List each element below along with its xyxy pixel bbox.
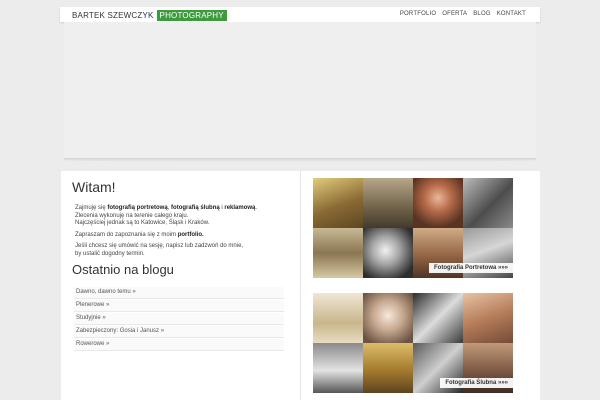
intro-suffix: . — [255, 205, 258, 211]
portrait-gallery[interactable]: Fotografia Portretowa »»» — [313, 178, 513, 278]
hero-banner — [64, 22, 536, 160]
content-area: Witam! Zajmuję się fotografią portretową… — [61, 171, 540, 400]
nav-blog[interactable]: BLOG — [473, 11, 490, 17]
intro-text-1: Zajmuję się — [75, 205, 108, 211]
intro-text: Zajmuję się fotografią portretową, fotog… — [72, 205, 286, 258]
gallery-thumbnail[interactable] — [313, 178, 363, 228]
nav-oferta[interactable]: OFERTA — [442, 11, 467, 17]
wedding-gallery[interactable]: Fotografia Ślubna »»» — [313, 293, 513, 393]
portrait-keyword: fotografią portretową — [107, 205, 168, 211]
gallery-thumbnail[interactable] — [363, 178, 413, 228]
brand-name: BARTEK SZEWCZYK — [72, 11, 154, 20]
blog-title: Ostatnio na blogu — [72, 262, 174, 277]
column-divider — [300, 171, 301, 400]
blog-post-list: Dawno, dawno temu » Plenerowe » Studyjni… — [72, 287, 286, 351]
portrait-gallery-label[interactable]: Fotografia Portretowa »»» — [428, 263, 513, 273]
gallery-thumbnail[interactable] — [313, 228, 363, 278]
left-column: Witam! Zajmuję się fotografią portretową… — [72, 179, 286, 351]
wedding-keyword: fotografią ślubną — [171, 205, 220, 211]
wedding-gallery-label[interactable]: Fotografia Ślubna »»» — [440, 378, 513, 388]
portfolio-invite-text: Zapraszam do zapoznania się z moim — [75, 231, 178, 238]
advertising-keyword: reklamową — [224, 205, 256, 211]
gallery-thumbnail[interactable] — [413, 178, 463, 228]
gallery-thumbnail[interactable] — [413, 293, 463, 343]
blog-post-link[interactable]: Studyjnie » — [74, 313, 284, 325]
nav-kontakt[interactable]: KONTAKT — [497, 11, 526, 17]
gallery-thumbnail[interactable] — [313, 343, 363, 393]
gallery-thumbnail[interactable] — [463, 293, 513, 343]
portfolio-link[interactable]: portfolio. — [178, 232, 204, 238]
gallery-thumbnail[interactable] — [463, 178, 513, 228]
blog-post-link[interactable]: Rowerowe » — [74, 339, 284, 351]
brand-tag: PHOTOGRAPHY — [156, 10, 227, 21]
blog-post-link[interactable]: Dawno, dawno temu » — [74, 287, 284, 299]
main-nav: PORTFOLIO OFERTA BLOG KONTAKT — [400, 11, 526, 17]
nav-portfolio[interactable]: PORTFOLIO — [400, 11, 436, 17]
intro-line-3: Najczęściej jednak są to Katowice, Śląsk… — [75, 220, 210, 226]
gallery-thumbnail[interactable] — [363, 343, 413, 393]
gallery-thumbnail[interactable] — [363, 228, 413, 278]
site-logo[interactable]: BARTEK SZEWCZYK PHOTOGRAPHY — [72, 10, 227, 21]
intro-paragraph-2: Zapraszam do zapoznania się z moim portf… — [75, 232, 286, 240]
contact-line-2: by ustalić dogodny termin. — [75, 250, 145, 257]
intro-line-2: Zlecenia wykonuję na terenie całego kraj… — [75, 212, 189, 219]
header-bar: BARTEK SZEWCZYK PHOTOGRAPHY PORTFOLIO OFE… — [60, 7, 540, 22]
blog-post-link[interactable]: Zabezpieczony: Gosia i Janusz » — [74, 326, 284, 338]
banner-shadow — [64, 158, 536, 162]
gallery-thumbnail[interactable] — [363, 293, 413, 343]
blog-post-link[interactable]: Plenerowe » — [74, 300, 284, 312]
intro-paragraph-1: Zajmuję się fotografią portretową, fotog… — [75, 205, 286, 228]
gallery-thumbnail[interactable] — [313, 293, 363, 343]
welcome-title: Witam! — [72, 179, 116, 195]
intro-paragraph-3: Jeśli chcesz się umówić na sesję, napisz… — [75, 243, 286, 258]
contact-line-1: Jeśli chcesz się umówić na sesję, napisz… — [75, 243, 244, 249]
